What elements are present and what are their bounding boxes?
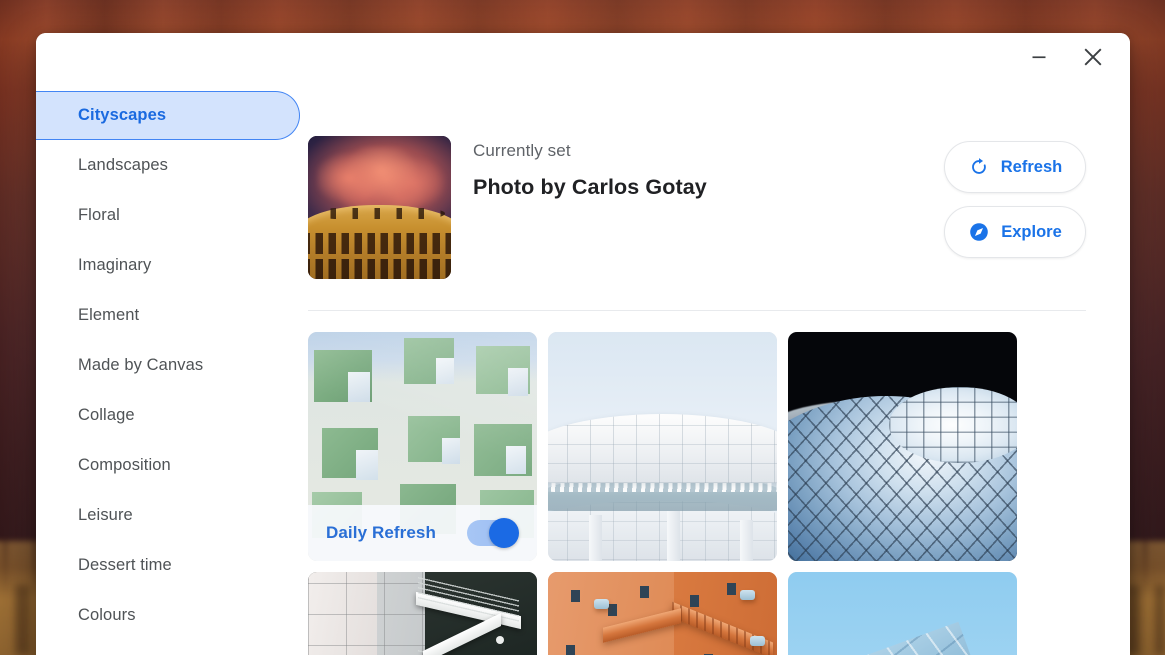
- wallpaper-tile-grey-facade-fire-stairs[interactable]: [308, 572, 537, 655]
- tile-art-ac-unit: [749, 636, 765, 647]
- sidebar-item-leisure[interactable]: Leisure: [36, 490, 301, 540]
- wallpaper-tile-orange-building-corner[interactable]: [548, 572, 777, 655]
- sidebar-item-composition[interactable]: Composition: [36, 440, 301, 490]
- refresh-button-label: Refresh: [1000, 157, 1063, 176]
- currently-set-section: Currently set Photo by Carlos Gotay Refr…: [308, 93, 1086, 279]
- desktop-background: Cityscapes Landscapes Floral Imaginary E…: [0, 0, 1165, 655]
- tile-art-column: [740, 519, 754, 561]
- tile-art-oculus-mesh: [888, 386, 1017, 463]
- refresh-icon: [971, 158, 986, 174]
- category-sidebar: Cityscapes Landscapes Floral Imaginary E…: [36, 81, 301, 655]
- tile-art-window: [726, 583, 736, 596]
- currently-set-text: Currently set Photo by Carlos Gotay: [473, 136, 922, 200]
- tile-art-window: [570, 590, 580, 603]
- tile-art-window: [607, 604, 617, 617]
- refresh-button[interactable]: Refresh: [944, 141, 1086, 193]
- wallpaper-grid: Daily Refresh: [308, 311, 1086, 655]
- sidebar-item-floral[interactable]: Floral: [36, 190, 301, 240]
- window-body: Cityscapes Landscapes Floral Imaginary E…: [36, 81, 1130, 655]
- sidebar-item-landscapes[interactable]: Landscapes: [36, 140, 301, 190]
- sidebar-item-label: Landscapes: [78, 155, 168, 174]
- sidebar-item-collage[interactable]: Collage: [36, 390, 301, 440]
- wallpaper-tile-white-curved-museum[interactable]: [548, 332, 777, 561]
- daily-refresh-toggle[interactable]: [467, 518, 519, 548]
- close-icon: [1084, 48, 1102, 66]
- tile-art-column: [589, 515, 603, 561]
- tile-art-upper-panel-grid: [548, 414, 777, 484]
- sidebar-item-label: Made by Canvas: [78, 355, 204, 374]
- sidebar-item-label: Composition: [78, 455, 171, 474]
- tile-art-glass-facets: [788, 621, 1017, 655]
- wallpaper-tile-green-balcony-facade[interactable]: Daily Refresh: [308, 332, 537, 561]
- thumb-colosseum-upper-holes: [313, 207, 446, 219]
- sidebar-item-label: Leisure: [78, 505, 133, 524]
- sidebar-item-label: Dessert time: [78, 555, 172, 574]
- daily-refresh-label: Daily Refresh: [326, 523, 436, 542]
- tile-art-window: [566, 645, 576, 655]
- photo-credit-title: Photo by Carlos Gotay: [473, 175, 707, 199]
- explore-compass-icon: [970, 223, 989, 241]
- sidebar-item-cityscapes[interactable]: Cityscapes: [36, 91, 300, 140]
- tile-art-wall-light: [495, 636, 504, 645]
- toggle-knob: [489, 518, 519, 548]
- currently-set-label: Currently set: [473, 141, 571, 160]
- sidebar-item-label: Element: [78, 305, 140, 324]
- tile-art-column: [667, 510, 681, 561]
- sidebar-item-colours[interactable]: Colours: [36, 590, 301, 640]
- daily-refresh-bar: Daily Refresh: [308, 505, 537, 561]
- tile-art-ac-unit: [593, 599, 609, 610]
- wallpaper-tile-blue-sky-glass-roof[interactable]: [788, 572, 1017, 655]
- sidebar-item-label: Collage: [78, 405, 135, 424]
- sidebar-item-label: Floral: [78, 205, 120, 224]
- tile-art-ac-unit: [740, 590, 756, 601]
- sidebar-item-label: Imaginary: [78, 255, 152, 274]
- sidebar-item-made-by-canvas[interactable]: Made by Canvas: [36, 340, 301, 390]
- sidebar-item-label: Cityscapes: [78, 106, 167, 124]
- wallpaper-picker-window: Cityscapes Landscapes Floral Imaginary E…: [36, 33, 1130, 655]
- minimize-icon: [1032, 56, 1046, 59]
- sidebar-item-imaginary[interactable]: Imaginary: [36, 240, 301, 290]
- sidebar-item-dessert-time[interactable]: Dessert time: [36, 540, 301, 590]
- window-title-bar: [36, 33, 1130, 81]
- tile-image: [308, 572, 537, 655]
- header-action-buttons: Refresh Explore: [944, 136, 1086, 258]
- tile-image: [548, 332, 777, 561]
- explore-button-label: Explore: [1001, 222, 1062, 241]
- current-wallpaper-thumbnail[interactable]: [308, 136, 451, 279]
- main-content: Currently set Photo by Carlos Gotay Refr…: [301, 81, 1130, 655]
- sidebar-item-label: Colours: [78, 605, 136, 624]
- minimize-button[interactable]: [1022, 40, 1056, 74]
- explore-button[interactable]: Explore: [944, 206, 1086, 258]
- tile-image: [788, 572, 1017, 655]
- close-button[interactable]: [1076, 40, 1110, 74]
- tile-art-window: [639, 585, 649, 598]
- tile-art-window: [689, 594, 699, 607]
- sidebar-item-element[interactable]: Element: [36, 290, 301, 340]
- tile-image: [548, 572, 777, 655]
- tile-image: [788, 332, 1017, 561]
- wallpaper-tile-dark-glass-dome-roof[interactable]: [788, 332, 1017, 561]
- tile-art-panel-seams: [308, 572, 425, 655]
